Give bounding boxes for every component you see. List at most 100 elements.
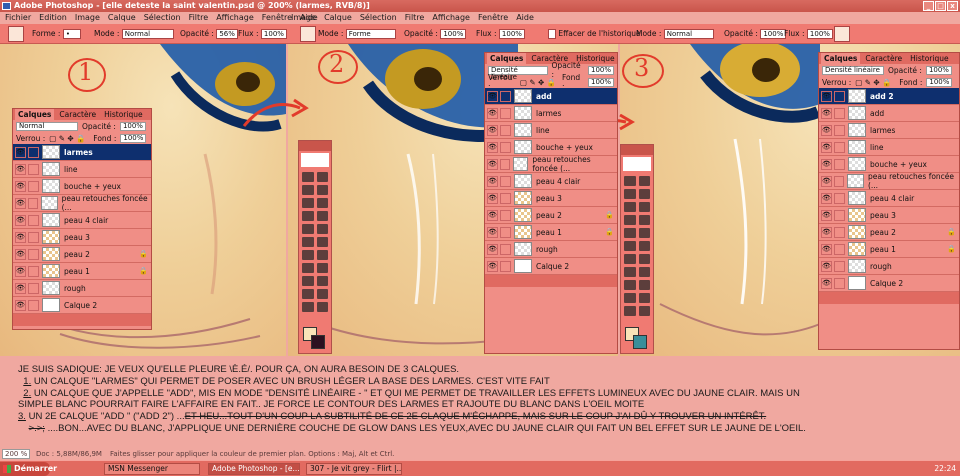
tab-history[interactable]: Historique <box>907 53 951 64</box>
slice-tool-icon[interactable] <box>638 202 650 212</box>
crop-tool-icon[interactable] <box>302 198 314 208</box>
menu-fenetre[interactable]: Fenêtre <box>261 12 293 24</box>
menu-edition[interactable]: Edition <box>38 12 68 24</box>
brush-preset-icon[interactable] <box>300 26 316 42</box>
visibility-eye-icon[interactable]: 👁 <box>15 282 26 294</box>
menu-aide[interactable]: Aide <box>515 12 535 24</box>
maximize-button[interactable]: □ <box>935 1 946 11</box>
opacity-field[interactable]: 100% <box>587 65 614 75</box>
pen-tool-icon[interactable] <box>624 280 636 290</box>
visibility-eye-icon[interactable]: 👁 <box>821 90 832 102</box>
layer-row[interactable]: 👁 line <box>819 139 959 156</box>
link-brush-icon[interactable] <box>28 282 39 294</box>
visibility-eye-icon[interactable]: 👁 <box>821 175 832 187</box>
visibility-eye-icon[interactable]: 👁 <box>487 107 498 119</box>
link-brush-icon[interactable] <box>28 180 39 192</box>
layer-row[interactable]: 👁 bouche + yeux <box>13 178 151 195</box>
link-brush-icon[interactable] <box>500 226 511 238</box>
panel-footer-buttons[interactable] <box>819 292 959 304</box>
tab-layers[interactable]: Calques <box>487 53 527 64</box>
visibility-eye-icon[interactable]: 👁 <box>487 124 498 136</box>
link-brush-icon[interactable] <box>500 192 511 204</box>
link-brush-icon[interactable] <box>500 124 511 136</box>
link-brush-icon[interactable] <box>500 260 511 272</box>
link-brush-icon[interactable] <box>28 299 39 311</box>
airbrush-icon[interactable] <box>834 26 850 42</box>
brush-preset-icon[interactable] <box>8 26 24 42</box>
zoom-tool-icon[interactable] <box>638 306 650 316</box>
visibility-eye-icon[interactable]: 👁 <box>15 146 26 158</box>
fill-field[interactable]: 100% <box>926 77 953 87</box>
background-color-swatch[interactable] <box>311 335 325 349</box>
layer-row[interactable]: 👁 peau 3 <box>13 229 151 246</box>
layer-row[interactable]: 👁 peau 4 clair <box>819 190 959 207</box>
flux-field[interactable]: 100% <box>260 29 287 39</box>
layer-row[interactable]: 👁 larmes <box>819 122 959 139</box>
eyedropper-tool-icon[interactable] <box>638 293 650 303</box>
shape-tool-icon[interactable] <box>638 280 650 290</box>
opacity-field[interactable]: 56% <box>216 29 238 39</box>
type-tool-icon[interactable] <box>316 263 328 273</box>
layer-row[interactable]: 👁 line <box>485 122 617 139</box>
gradient-tool-icon[interactable] <box>638 241 650 251</box>
link-brush-icon[interactable] <box>834 158 845 170</box>
task-msn[interactable]: MSN Messenger <box>104 463 200 475</box>
mode-select[interactable]: Forme <box>345 29 396 39</box>
brush-tool-icon[interactable] <box>316 211 328 221</box>
shape-tool-icon[interactable] <box>316 276 328 286</box>
hand-tool-icon[interactable] <box>302 302 314 312</box>
layer-row[interactable]: 👁 Calque 2 <box>13 297 151 314</box>
visibility-eye-icon[interactable]: 👁 <box>821 141 832 153</box>
marquee-tool-icon[interactable] <box>624 176 636 186</box>
lock-icons[interactable]: ▢ ✎ ✥ 🔒 <box>49 134 89 143</box>
layer-row[interactable]: 👁 larmes <box>13 144 151 161</box>
opacity-field[interactable]: 100% <box>119 121 146 131</box>
marquee-tool-icon[interactable] <box>302 172 314 182</box>
link-brush-icon[interactable] <box>500 107 511 119</box>
visibility-eye-icon[interactable]: 👁 <box>821 192 832 204</box>
tab-character[interactable]: Caractère <box>56 109 99 120</box>
visibility-eye-icon[interactable]: 👁 <box>15 180 26 192</box>
visibility-eye-icon[interactable]: 👁 <box>821 260 832 272</box>
visibility-eye-icon[interactable]: 👁 <box>821 243 832 255</box>
visibility-eye-icon[interactable]: 👁 <box>821 209 832 221</box>
layer-row[interactable]: 👁 bouche + yeux <box>485 139 617 156</box>
layer-row[interactable]: 👁 peau 2 🔒 <box>13 246 151 263</box>
layer-row[interactable]: 👁 peau 1 🔒 <box>485 224 617 241</box>
dodge-tool-icon[interactable] <box>638 254 650 264</box>
lock-icons[interactable]: ▢ ✎ ✥ 🔒 <box>855 78 895 87</box>
link-brush-icon[interactable] <box>834 141 845 153</box>
stamp-tool-icon[interactable] <box>302 224 314 234</box>
link-brush-icon[interactable] <box>834 277 845 289</box>
path-select-tool-icon[interactable] <box>302 263 314 273</box>
visibility-eye-icon[interactable]: 👁 <box>487 209 498 221</box>
pen-tool-icon[interactable] <box>302 276 314 286</box>
layer-row[interactable]: 👁 peau 2 🔒 <box>819 224 959 241</box>
hand-tool-icon[interactable] <box>624 306 636 316</box>
opacity-field[interactable]: 100% <box>760 29 787 39</box>
link-brush-icon[interactable] <box>834 260 845 272</box>
layer-row[interactable]: 👁 peau retouches foncée (... <box>485 155 617 173</box>
panel-footer-buttons[interactable] <box>13 314 151 326</box>
menu-fichier[interactable]: Fichier <box>4 12 32 24</box>
healing-tool-icon[interactable] <box>624 215 636 225</box>
layer-row[interactable]: 👁 peau 1 🔒 <box>819 241 959 258</box>
blend-mode-select[interactable]: Densité linéaire <box>822 65 884 75</box>
healing-tool-icon[interactable] <box>302 211 314 221</box>
visibility-eye-icon[interactable]: 👁 <box>487 175 498 187</box>
tab-character[interactable]: Caractère <box>862 53 905 64</box>
opacity-field[interactable]: 100% <box>925 65 952 75</box>
link-brush-icon[interactable] <box>28 214 39 226</box>
minimize-button[interactable]: _ <box>923 1 934 11</box>
link-brush-icon[interactable] <box>499 158 510 170</box>
visibility-eye-icon[interactable]: 👁 <box>15 299 26 311</box>
zoom-tool-icon[interactable] <box>316 302 328 312</box>
link-brush-icon[interactable] <box>27 197 39 209</box>
tab-layers[interactable]: Calques <box>821 53 861 64</box>
link-brush-icon[interactable] <box>834 243 845 255</box>
link-brush-icon[interactable] <box>28 231 39 243</box>
link-brush-icon[interactable] <box>28 163 39 175</box>
menu-fenetre[interactable]: Fenêtre <box>477 12 509 24</box>
layer-row[interactable]: 👁 peau retouches foncée (... <box>13 194 151 212</box>
move-tool-icon[interactable] <box>638 176 650 186</box>
